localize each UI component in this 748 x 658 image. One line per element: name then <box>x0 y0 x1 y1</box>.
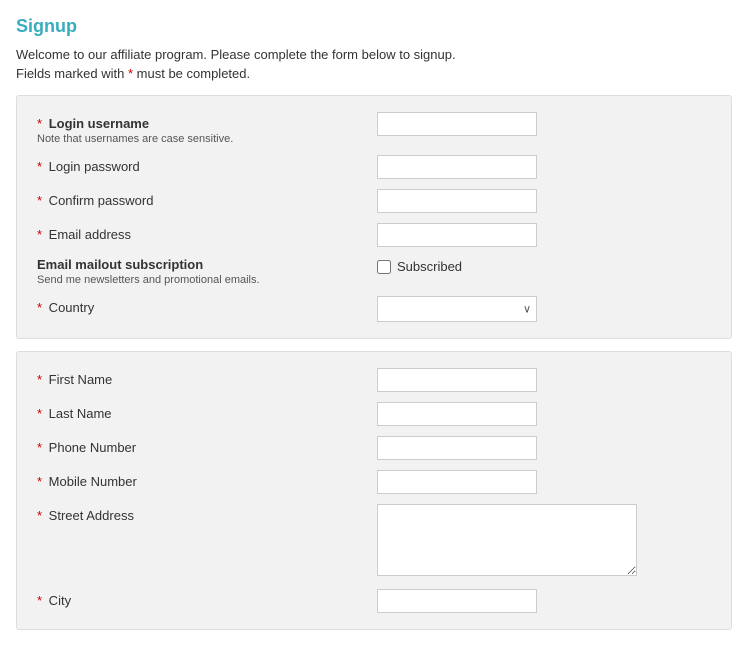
section-account: * Login username Note that usernames are… <box>16 95 732 339</box>
required-star-street: * <box>37 508 42 523</box>
phone-number-input[interactable] <box>377 436 537 460</box>
row-last-name: * Last Name <box>37 402 711 426</box>
required-star-mobile: * <box>37 474 42 489</box>
required-star: * <box>128 66 133 81</box>
input-wrapper-email-address <box>377 223 711 247</box>
row-login-password: * Login password <box>37 155 711 179</box>
mobile-number-input[interactable] <box>377 470 537 494</box>
required-star-last-name: * <box>37 406 42 421</box>
row-country: * Country ∨ <box>37 296 711 322</box>
row-email-address: * Email address <box>37 223 711 247</box>
label-country: * Country <box>37 296 377 315</box>
login-username-label-text: Login username <box>49 116 149 131</box>
input-wrapper-phone-number <box>377 436 711 460</box>
row-subscription: Email mailout subscription Send me newsl… <box>37 257 711 286</box>
required-star-email: * <box>37 227 42 242</box>
subscribed-checkbox[interactable] <box>377 260 391 274</box>
intro-line1: Welcome to our affiliate program. Please… <box>16 47 732 62</box>
row-phone-number: * Phone Number <box>37 436 711 460</box>
subscription-sub-label: Send me newsletters and promotional emai… <box>37 274 377 286</box>
label-login-password: * Login password <box>37 155 377 174</box>
label-subscription: Email mailout subscription Send me newsl… <box>37 257 377 286</box>
row-street-address: * Street Address <box>37 504 711 579</box>
country-select-wrapper: ∨ <box>377 296 537 322</box>
row-city: * City <box>37 589 711 613</box>
page-title: Signup <box>16 16 732 37</box>
label-mobile-number: * Mobile Number <box>37 470 377 489</box>
required-star-first-name: * <box>37 372 42 387</box>
label-email-address: * Email address <box>37 223 377 242</box>
login-username-sublabel: Note that usernames are case sensitive. <box>37 133 377 145</box>
row-first-name: * First Name <box>37 368 711 392</box>
input-wrapper-country: ∨ <box>377 296 711 322</box>
required-star-country: * <box>37 300 42 315</box>
required-star-phone: * <box>37 440 42 455</box>
login-password-input[interactable] <box>377 155 537 179</box>
subscription-check-wrapper: Subscribed <box>377 257 711 274</box>
subscribed-label: Subscribed <box>397 259 462 274</box>
section-personal: * First Name * Last Name * Phone Number … <box>16 351 732 630</box>
last-name-input[interactable] <box>377 402 537 426</box>
city-input[interactable] <box>377 589 537 613</box>
label-phone-number: * Phone Number <box>37 436 377 455</box>
label-login-username: * Login username Note that usernames are… <box>37 112 377 145</box>
row-mobile-number: * Mobile Number <box>37 470 711 494</box>
input-wrapper-mobile-number <box>377 470 711 494</box>
email-address-input[interactable] <box>377 223 537 247</box>
country-select[interactable] <box>377 296 537 322</box>
label-first-name: * First Name <box>37 368 377 387</box>
login-username-input[interactable] <box>377 112 537 136</box>
label-last-name: * Last Name <box>37 402 377 421</box>
input-wrapper-street-address <box>377 504 711 579</box>
label-confirm-password: * Confirm password <box>37 189 377 208</box>
row-login-username: * Login username Note that usernames are… <box>37 112 711 145</box>
input-wrapper-login-username <box>377 112 711 136</box>
first-name-input[interactable] <box>377 368 537 392</box>
input-wrapper-login-password <box>377 155 711 179</box>
input-wrapper-last-name <box>377 402 711 426</box>
row-confirm-password: * Confirm password <box>37 189 711 213</box>
street-address-input[interactable] <box>377 504 637 576</box>
required-star-confirm: * <box>37 193 42 208</box>
required-note: Fields marked with * must be completed. <box>16 66 732 81</box>
input-wrapper-confirm-password <box>377 189 711 213</box>
required-star-username: * <box>37 116 42 131</box>
subscription-main-label: Email mailout subscription <box>37 257 377 272</box>
required-star-city: * <box>37 593 42 608</box>
label-city: * City <box>37 589 377 608</box>
label-street-address: * Street Address <box>37 504 377 523</box>
input-wrapper-first-name <box>377 368 711 392</box>
input-wrapper-subscription: Subscribed <box>377 257 711 274</box>
required-star-password: * <box>37 159 42 174</box>
confirm-password-input[interactable] <box>377 189 537 213</box>
input-wrapper-city <box>377 589 711 613</box>
